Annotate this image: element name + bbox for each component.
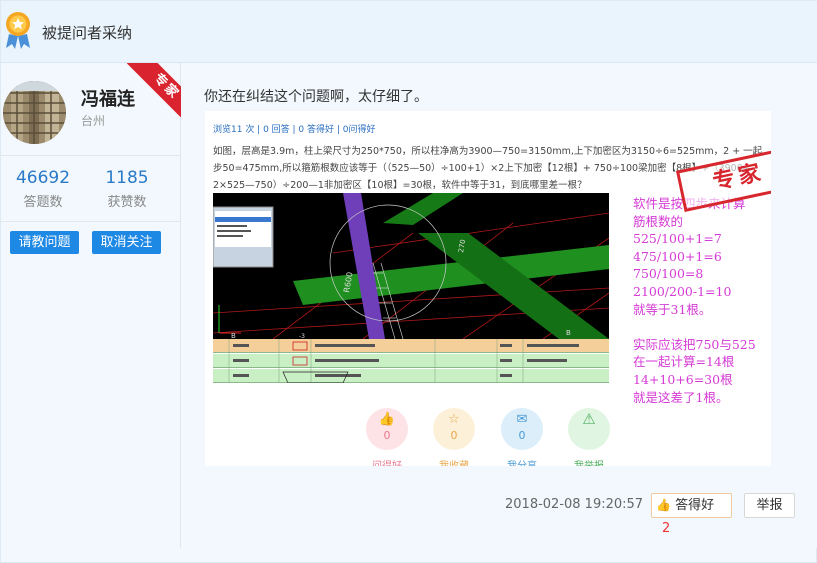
stat-answers: 46692 答题数: [3, 168, 83, 210]
action-count: 0: [450, 429, 458, 442]
expert-ribbon: 专家: [127, 63, 181, 117]
action-label: 我分享: [487, 457, 557, 466]
star-icon: ☆: [448, 412, 460, 427]
action-label: 问得好: [352, 457, 422, 466]
report-button[interactable]: 举报: [744, 493, 795, 518]
good-answer-label: 答得好: [675, 498, 715, 513]
stat-likes-label: 获赞数: [107, 195, 147, 210]
divider: [1, 221, 180, 222]
action-label: 我收藏: [419, 457, 489, 466]
unfollow-button[interactable]: 取消关注: [92, 231, 161, 254]
action-count: 0: [518, 429, 526, 442]
annotation-text: 软件是按四步来计算 筋根数的 525/100+1=7 475/100+1=6 7…: [633, 195, 771, 406]
favorite-action: ☆ 0: [433, 408, 475, 450]
expert-badge: 专家: [127, 63, 181, 117]
divider: [1, 155, 180, 156]
user-sidebar: 冯福连 台州 专家 46692 答题数 1185 获赞数 请教问题 取消关注: [1, 63, 181, 548]
rebar-table: [213, 339, 609, 383]
annotation-line: 525/100+1=7: [633, 231, 722, 247]
user-location: 台州: [81, 114, 106, 128]
answer-text: 你还在纠结这个问题啊，太仔细了。: [204, 89, 428, 105]
accepted-answer-card: 被提问者采纳 冯福连 台州 专家 46692 答题数 1185 获赞数 请教问题…: [0, 0, 817, 563]
svg-text:B: B: [231, 332, 236, 339]
stat-likes-value: 1185: [105, 168, 149, 188]
share-action: ✉ 0: [501, 408, 543, 450]
annotation-line: 475/100+1=6: [633, 248, 722, 264]
thumbs-up-icon: 👍: [378, 412, 396, 427]
svg-text:B: B: [566, 329, 571, 337]
annotation-line: 在一起计算=14根: [633, 354, 735, 370]
header-title: 被提问者采纳: [42, 24, 133, 42]
report-action: ⚠: [568, 408, 610, 450]
annotation-line: 就是这差了1根。: [633, 389, 729, 405]
answer-image[interactable]: 浏览11 次 | 0 回答 | 0 答得好 | 0问得好 如图，层高是3.9m，…: [205, 111, 771, 466]
share-icon: ✉: [516, 412, 528, 427]
annotation-line: 筋根数的: [633, 213, 684, 229]
answer-panel: 你还在纠结这个问题啊，太仔细了。 浏览11 次 | 0 回答 | 0 答得好 |…: [182, 63, 817, 548]
good-answer-button[interactable]: 👍 答得好 2: [651, 493, 732, 536]
stat-likes: 1185 获赞数: [87, 168, 167, 210]
answer-timestamp: 2018-02-08 19:20:57: [505, 497, 644, 512]
thumbs-up-icon: 👍: [656, 498, 671, 512]
medal-icon: [6, 12, 30, 49]
annotation-line: 就等于31根。: [633, 301, 712, 317]
avatar[interactable]: [3, 81, 66, 144]
annotation-line: 750/100=8: [633, 266, 704, 282]
warning-icon: ⚠: [582, 410, 596, 428]
action-label: 我举报: [554, 457, 624, 466]
annotation-line: 2100/200-1=10: [633, 283, 732, 299]
good-answer-count: 2: [662, 521, 671, 536]
annotation-line: [633, 318, 771, 336]
annotation-line: 14+10+6=30根: [633, 371, 733, 387]
stat-answers-label: 答题数: [23, 195, 63, 210]
stat-answers-value: 46692: [15, 168, 71, 188]
header-bar: 被提问者采纳: [1, 1, 817, 63]
ask-question-button[interactable]: 请教问题: [10, 231, 79, 254]
question-meta: 浏览11 次 | 0 回答 | 0 答得好 | 0问得好: [213, 125, 376, 135]
action-count: 0: [383, 429, 391, 442]
cad-3d-view: R600 270 B -3 B: [213, 193, 609, 339]
thumbs-up-action: 👍 0: [366, 408, 408, 450]
annotation-line: 实际应该把750与525: [633, 336, 756, 352]
